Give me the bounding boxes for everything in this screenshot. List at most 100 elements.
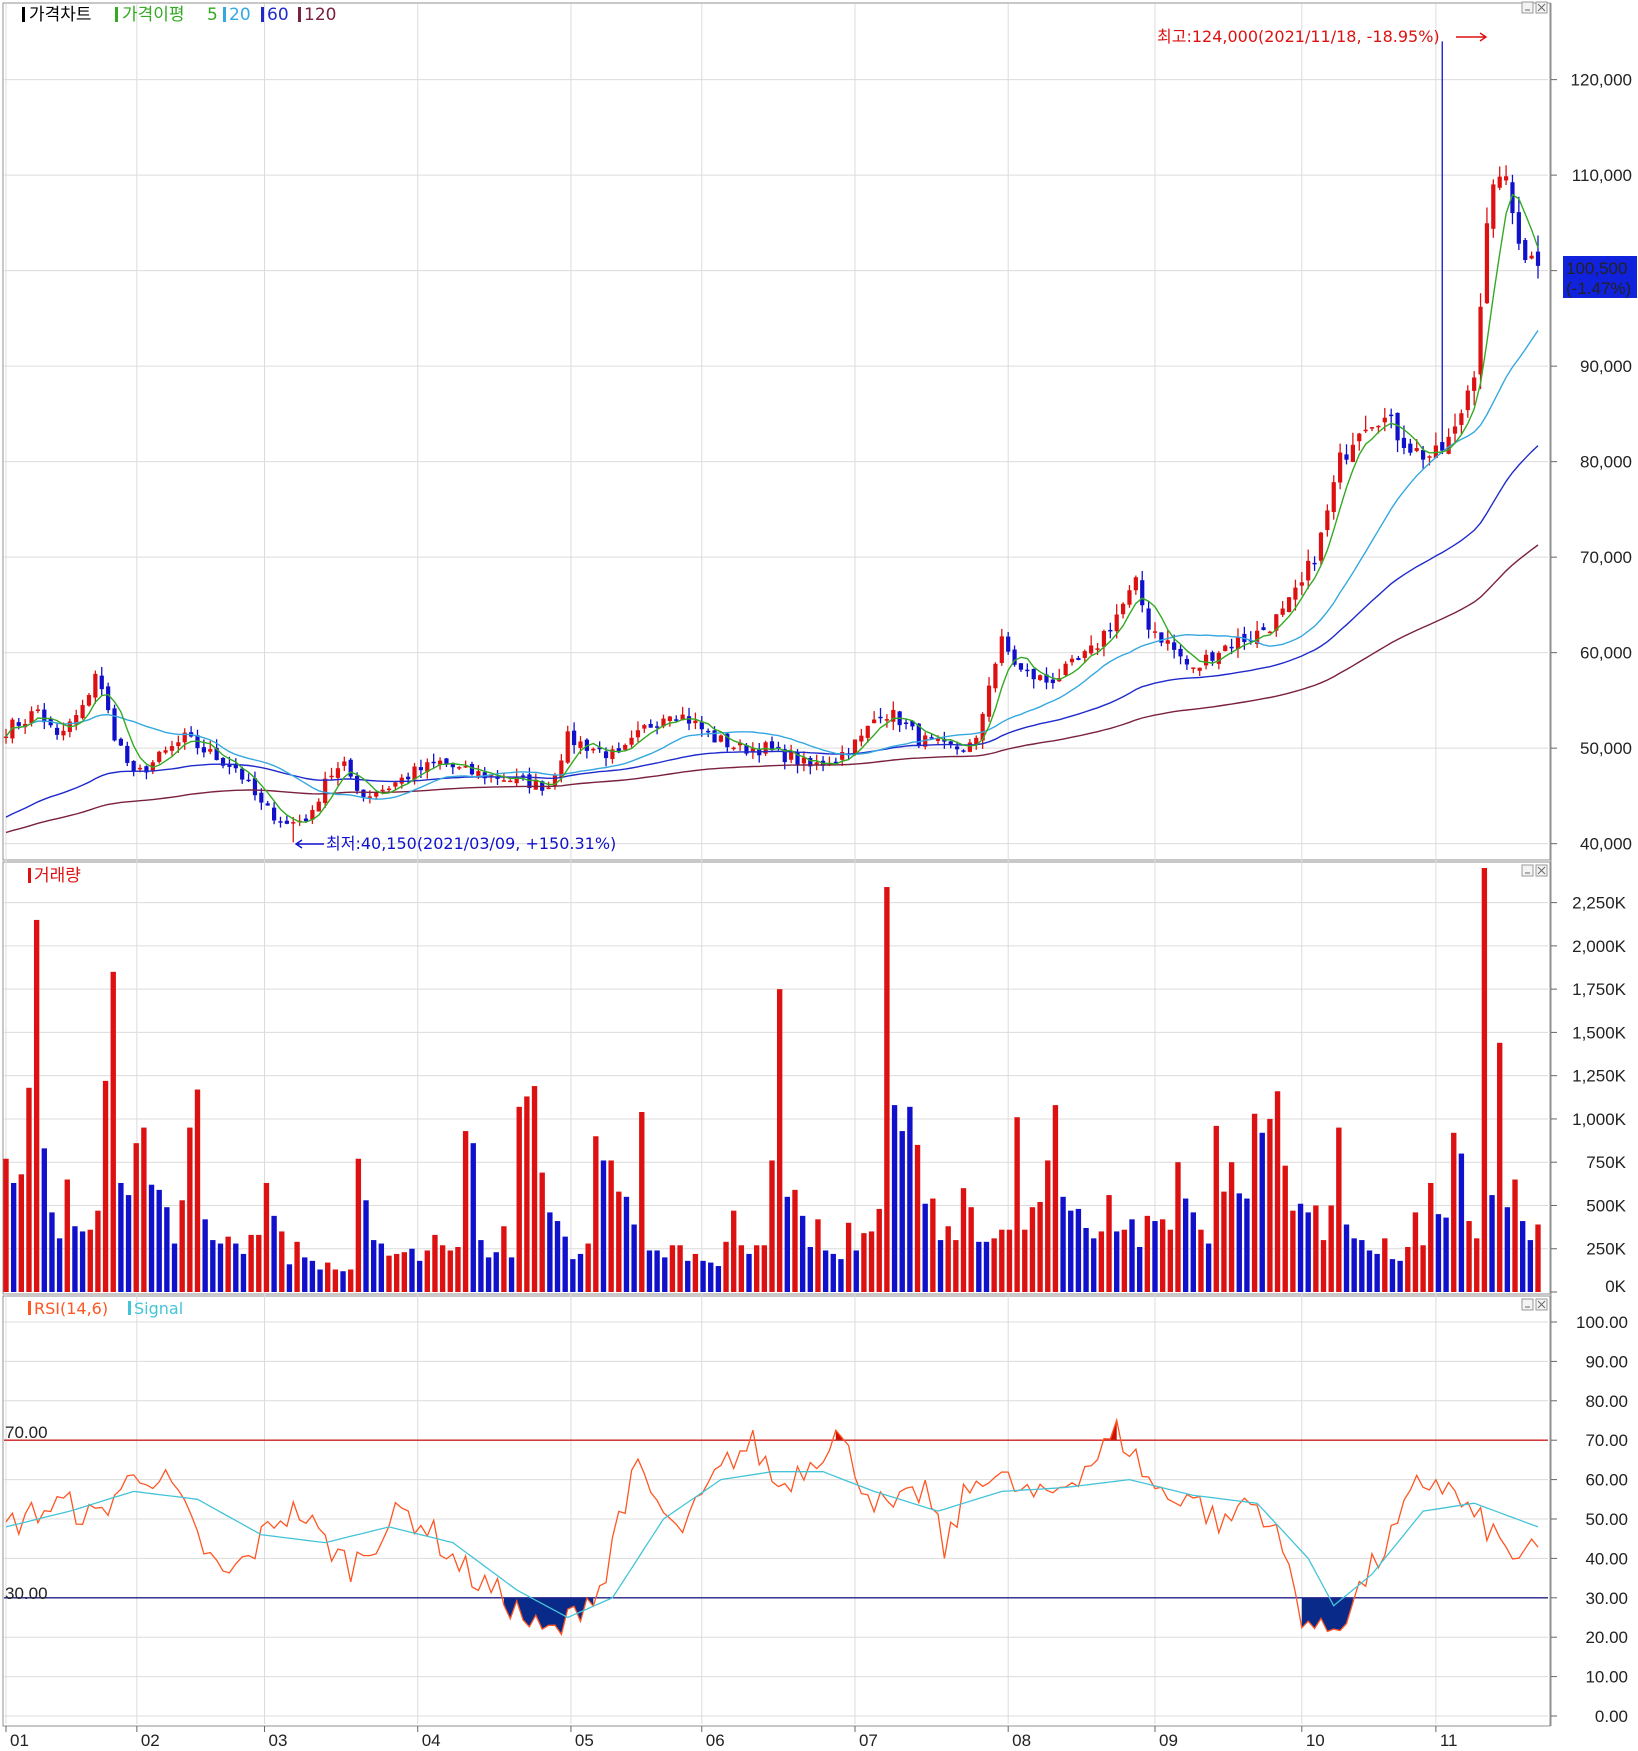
minimize-icon[interactable]: [1521, 864, 1534, 877]
candle-body: [1031, 668, 1036, 680]
minimize-icon[interactable]: [1521, 1298, 1534, 1311]
candle-body: [1325, 510, 1330, 531]
candle-body: [993, 663, 998, 689]
candle-body: [1203, 654, 1209, 666]
volume-bar: [1106, 1195, 1112, 1292]
candle-body: [1312, 562, 1317, 565]
volume-bar: [156, 1189, 162, 1292]
volume-bar: [340, 1271, 346, 1292]
candle-body: [1229, 646, 1234, 649]
candle-body: [118, 738, 124, 746]
volume-bar: [1504, 1207, 1511, 1292]
volume-bar: [960, 1188, 967, 1292]
volume-bar: [1428, 1182, 1434, 1292]
rsi-tick-label: 20.00: [1585, 1628, 1628, 1647]
candle-body: [1503, 176, 1509, 181]
candle-body: [1120, 603, 1126, 615]
volume-bar: [164, 1207, 170, 1292]
minimize-icon[interactable]: [1521, 1, 1534, 14]
candle-body: [265, 803, 270, 806]
current-price-change: (-1.47%): [1566, 279, 1631, 298]
volume-bar: [669, 1245, 676, 1292]
volume-bar: [646, 1250, 653, 1292]
volume-bar: [830, 1253, 836, 1292]
volume-bar: [1535, 1224, 1541, 1292]
candle-body: [431, 761, 436, 764]
volume-bar: [1343, 1224, 1350, 1292]
volume-bar: [1351, 1238, 1357, 1292]
candle-body: [201, 747, 206, 753]
candle-body: [386, 788, 392, 791]
volume-bar: [976, 1241, 982, 1292]
volume-bar: [432, 1234, 438, 1292]
candle-body: [1127, 590, 1132, 605]
volume-bar: [861, 1233, 867, 1292]
rsi-tick-label: 100.00: [1576, 1313, 1628, 1332]
volume-bar: [1297, 1203, 1304, 1292]
volume-bar: [378, 1243, 385, 1292]
volume-bar: [41, 1148, 47, 1292]
volume-bar: [516, 1106, 522, 1292]
volume-bar: [999, 1229, 1005, 1292]
candle-body: [1223, 645, 1228, 652]
candle-body: [1414, 448, 1419, 451]
price-tick-label: 60,000: [1580, 644, 1632, 663]
volume-bar: [654, 1250, 660, 1292]
volume-tick-label: 250K: [1586, 1240, 1626, 1259]
volume-bar: [1121, 1229, 1128, 1292]
volume-bar: [87, 1229, 93, 1292]
candle-body: [1529, 255, 1534, 259]
volume-bar: [1136, 1247, 1143, 1292]
price-legend-title: 가격차트: [29, 5, 92, 25]
candle-body: [1497, 176, 1502, 188]
candle-body: [1089, 645, 1094, 654]
candle-body: [1095, 648, 1100, 650]
date-tick-label: 10: [1306, 1731, 1325, 1750]
rsi-tick-label: 0.00: [1595, 1707, 1628, 1726]
candle-body: [546, 787, 551, 790]
volume-bar: [462, 1131, 469, 1292]
volume-bar: [600, 1160, 607, 1292]
candle-body: [1133, 577, 1138, 591]
volume-bar: [1328, 1205, 1334, 1292]
candle-body: [163, 750, 168, 753]
volume-tick-label: 2,000K: [1572, 937, 1627, 956]
volume-bar: [141, 1127, 147, 1292]
volume-bar: [363, 1200, 369, 1292]
candle-body: [674, 719, 679, 721]
candle-body: [374, 792, 379, 797]
volume-bar: [10, 1182, 17, 1292]
date-tick-label: 02: [141, 1731, 160, 1750]
candle-body: [635, 730, 641, 738]
volume-bar: [799, 1215, 806, 1292]
volume-bar: [439, 1245, 446, 1292]
candle-body: [1165, 640, 1170, 644]
volume-bar: [470, 1143, 476, 1292]
date-tick-label: 05: [575, 1731, 594, 1750]
volume-bar: [968, 1207, 974, 1292]
candle-body: [278, 821, 283, 823]
volume-bar: [753, 1245, 760, 1292]
volume-bar: [110, 971, 116, 1292]
candle-body: [1069, 658, 1075, 663]
candle-body: [1427, 456, 1432, 458]
ma-legend-title: 가격이평: [122, 5, 185, 25]
volume-bar: [1083, 1227, 1089, 1292]
volume-bar: [608, 1160, 614, 1292]
volume-bar: [1466, 1221, 1472, 1292]
volume-bar: [631, 1224, 637, 1292]
candle-body: [1299, 582, 1304, 586]
candle-body: [718, 735, 724, 742]
candle-body: [565, 731, 570, 763]
candle-body: [1344, 454, 1349, 460]
date-tick-label: 07: [859, 1731, 878, 1750]
candle-body: [271, 807, 277, 821]
volume-bar: [907, 1106, 913, 1292]
volume-bar: [991, 1238, 997, 1292]
candle-body: [457, 767, 462, 769]
candle-body: [667, 716, 672, 722]
candle-body: [1082, 651, 1087, 658]
volume-bar: [1374, 1253, 1380, 1292]
candle-body: [955, 746, 960, 750]
volume-bar: [922, 1203, 928, 1292]
